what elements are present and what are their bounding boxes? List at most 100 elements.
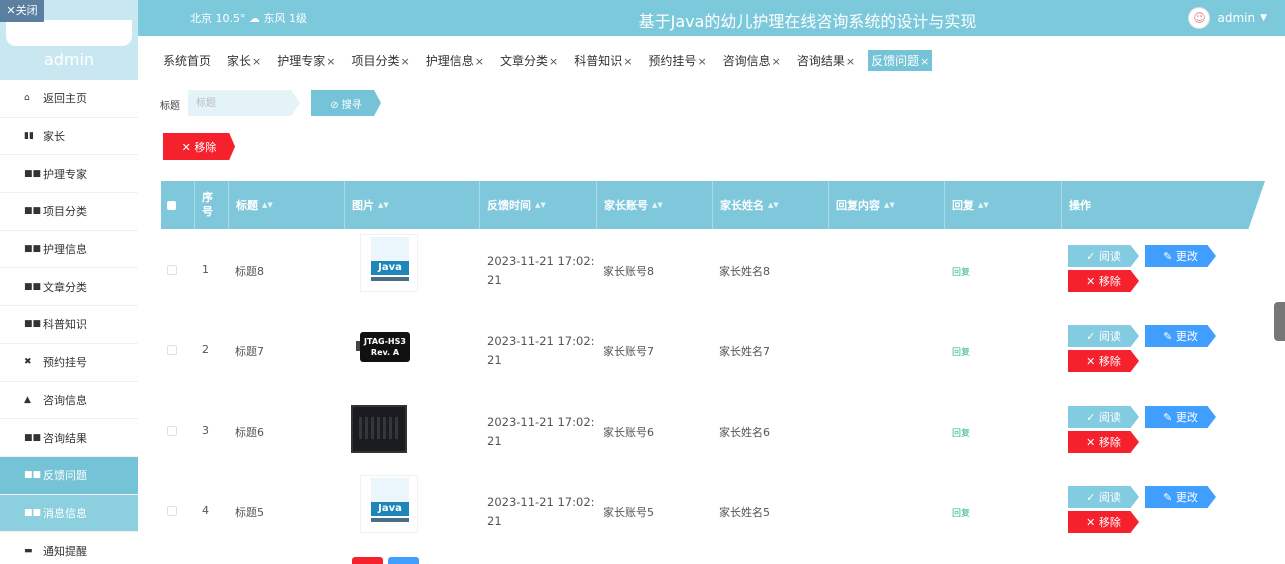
read-button[interactable]: ✓ 阅读 <box>1068 406 1139 428</box>
close-icon[interactable]: × <box>846 55 855 68</box>
row-parent-name: 家长姓名5 <box>719 506 770 519</box>
notification-icon: ▬ <box>24 545 33 556</box>
close-icon[interactable]: × <box>475 55 484 68</box>
row-parent-account: 家长账号6 <box>603 426 654 439</box>
close-icon[interactable]: × <box>252 55 261 68</box>
user-name: admin <box>1217 11 1256 25</box>
tab-experts[interactable]: 护理专家× <box>274 50 338 71</box>
sidebar-item-knowledge[interactable]: ■■ 科普知识 <box>0 306 138 344</box>
edit-button[interactable]: ✎ 更改 <box>1145 245 1216 267</box>
book-cover-bottom <box>371 277 409 281</box>
book-cover-top <box>371 478 409 502</box>
search-button[interactable]: ⊘ 搜寻 <box>311 90 381 116</box>
sidebar-item-home[interactable]: ⌂ 返回主页 <box>0 80 138 118</box>
table-row: 2 标题7 JTAG-HS3 Rev. A 2023-11-21 17:02:21… <box>161 310 1261 390</box>
row-feedback-time: 2023-11-21 17:02:21 <box>487 334 595 367</box>
header-reply-content[interactable]: 回复内容 ▲▼ <box>828 181 944 229</box>
row-reply-link[interactable]: 回复 <box>952 506 970 519</box>
close-icon[interactable]: × <box>326 55 335 68</box>
delete-button[interactable]: ✕ 移除 <box>1068 270 1139 292</box>
side-drawer-handle[interactable] <box>1274 302 1285 341</box>
row-reply-link[interactable]: 回复 <box>952 426 970 439</box>
read-button[interactable]: ✓ 阅读 <box>1068 325 1139 347</box>
close-icon[interactable]: × <box>623 55 632 68</box>
grid-icon: ■■ <box>24 507 42 518</box>
tab-consultations[interactable]: 咨询信息× <box>720 50 784 71</box>
tab-label: 文章分类 <box>499 54 548 68</box>
grid-icon: ■■ <box>24 470 42 481</box>
row-checkbox[interactable] <box>167 426 177 436</box>
partial-delete-button[interactable] <box>352 557 383 564</box>
header-index: 序号 <box>194 181 228 229</box>
tab-feedback[interactable]: 反馈问题× <box>868 50 933 71</box>
edit-button[interactable]: ✎ 更改 <box>1145 406 1216 428</box>
chevron-down-icon: ▼ <box>1260 13 1267 23</box>
tab-parents[interactable]: 家长× <box>224 50 264 71</box>
sort-icon: ▲▼ <box>262 201 273 209</box>
row-checkbox[interactable] <box>167 265 177 275</box>
sidebar-item-experts[interactable]: ■■ 护理专家 <box>0 155 138 194</box>
row-reply-link[interactable]: 回复 <box>952 265 970 278</box>
sidebar-item-consultations[interactable]: ▲ 咨询信息 <box>0 381 138 420</box>
row-parent-name: 家长姓名8 <box>719 265 770 278</box>
header-title[interactable]: 标题 ▲▼ <box>228 181 344 229</box>
book-cover-bottom <box>371 518 409 522</box>
header-picture[interactable]: 图片 ▲▼ <box>344 181 479 229</box>
sidebar-item-categories[interactable]: ■■ 项目分类 <box>0 193 138 231</box>
header-label: 回复内容 <box>836 199 880 212</box>
delete-button[interactable]: ✕ 移除 <box>1068 511 1139 533</box>
search-input[interactable] <box>188 90 300 116</box>
tab-consult-results[interactable]: 咨询结果× <box>794 50 858 71</box>
tab-appointments[interactable]: 预约挂号× <box>645 50 709 71</box>
partial-edit-button[interactable] <box>388 557 419 564</box>
row-checkbox[interactable] <box>167 506 177 516</box>
board-label: Rev. A <box>370 348 400 357</box>
select-all-checkbox[interactable] <box>161 181 194 229</box>
close-icon[interactable]: × <box>697 55 706 68</box>
tab-article-categories[interactable]: 文章分类× <box>497 50 561 71</box>
tab-knowledge[interactable]: 科普知识× <box>571 50 635 71</box>
header-feedback-time[interactable]: 反馈时间 ▲▼ <box>479 181 596 229</box>
read-button[interactable]: ✓ 阅读 <box>1068 486 1139 508</box>
edit-button[interactable]: ✎ 更改 <box>1145 325 1216 347</box>
tab-categories[interactable]: 项目分类× <box>348 50 412 71</box>
header-parent-name[interactable]: 家长姓名 ▲▼ <box>712 181 828 229</box>
tab-home[interactable]: 系统首页 <box>160 50 214 71</box>
tab-label: 家长 <box>227 54 252 68</box>
sidebar-item-parents[interactable]: ▮▮ 家长 <box>0 117 138 156</box>
edit-button[interactable]: ✎ 更改 <box>1145 486 1216 508</box>
sidebar-username: admin <box>43 50 95 69</box>
close-icon[interactable]: × <box>920 55 929 68</box>
user-menu[interactable]: ☺ admin ▼ <box>1188 7 1267 29</box>
sidebar-item-label: 返回主页 <box>43 92 87 106</box>
row-checkbox[interactable] <box>167 345 177 355</box>
batch-remove-button[interactable]: ✕ 移除 <box>163 133 235 160</box>
header-label: 标题 <box>236 199 258 212</box>
sidebar-item-label: 科普知识 <box>43 318 87 332</box>
close-sidebar-button[interactable]: ✕关闭 <box>0 0 44 22</box>
read-button[interactable]: ✓ 阅读 <box>1068 245 1139 267</box>
delete-button[interactable]: ✕ 移除 <box>1068 431 1139 453</box>
delete-button[interactable]: ✕ 移除 <box>1068 350 1139 372</box>
close-icon[interactable]: × <box>549 55 558 68</box>
row-reply-link[interactable]: 回复 <box>952 345 970 358</box>
sidebar-item-messages[interactable]: ■■ 消息信息 <box>0 494 138 533</box>
tab-bar: 系统首页 家长× 护理专家× 项目分类× 护理信息× 文章分类× 科普知识× 预… <box>160 50 942 71</box>
close-icon[interactable]: × <box>772 55 781 68</box>
header-parent-account[interactable]: 家长账号 ▲▼ <box>596 181 712 229</box>
row-title: 标题6 <box>235 426 264 439</box>
sidebar-item-article-categories[interactable]: ■■ 文章分类 <box>0 268 138 307</box>
sidebar-item-consult-results[interactable]: ■■ 咨询结果 <box>0 419 138 457</box>
sort-icon: ▲▼ <box>378 201 389 209</box>
row-feedback-time: 2023-11-21 17:02:21 <box>487 415 595 448</box>
sidebar-item-notifications[interactable]: ▬ 通知提醒 <box>0 532 138 564</box>
sidebar-item-label: 护理专家 <box>43 167 87 181</box>
header-reply[interactable]: 回复 ▲▼ <box>944 181 1061 229</box>
sidebar-item-appointments[interactable]: ✖ 预约挂号 <box>0 343 138 382</box>
sidebar-item-feedback[interactable]: ■■ 反馈问题 <box>0 456 138 495</box>
close-icon[interactable]: × <box>401 55 410 68</box>
sort-icon: ▲▼ <box>884 201 895 209</box>
bookmark-icon: ▮▮ <box>24 131 34 142</box>
tab-care-info[interactable]: 护理信息× <box>423 50 487 71</box>
sidebar-item-care-info[interactable]: ■■ 护理信息 <box>0 230 138 269</box>
